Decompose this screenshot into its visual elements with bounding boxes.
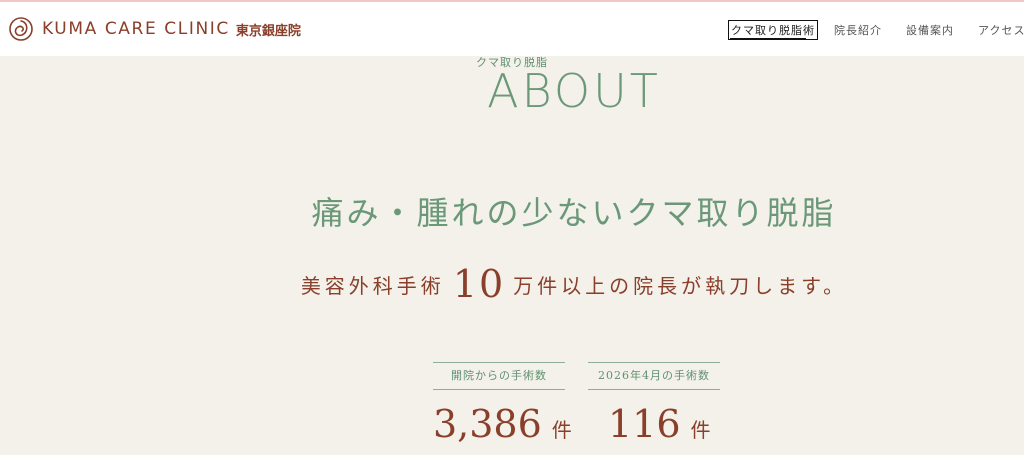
main-nav: クマ取り脱脂術 院長紹介 設備案内 アクセス bbox=[0, 20, 1024, 42]
headline: 痛み・腫れの少ないクマ取り脱脂 bbox=[311, 194, 837, 232]
stat-number-total: 3,386 bbox=[433, 402, 542, 446]
subline-number: 10 bbox=[452, 262, 506, 306]
subline-prefix: 美容外科手術 bbox=[300, 274, 445, 298]
stat-value-total: 3,386 件 bbox=[433, 402, 572, 446]
stat-label-total: 開院からの手術数 bbox=[433, 362, 565, 390]
subline-suffix: 万件以上の院長が執刀します。 bbox=[513, 274, 848, 298]
stat-label-monthly: 2026年4月の手術数 bbox=[588, 362, 720, 390]
nav-item-kuma-surgery[interactable]: クマ取り脱脂術 bbox=[728, 20, 818, 40]
nav-active-underline bbox=[730, 38, 806, 40]
stat-number-monthly: 116 bbox=[608, 402, 681, 446]
stat-unit-monthly: 件 bbox=[690, 418, 711, 442]
subline: 美容外科手術 10 万件以上の院長が執刀します。 bbox=[0, 262, 1024, 306]
stat-unit-total: 件 bbox=[551, 418, 572, 442]
nav-item-access[interactable]: アクセス bbox=[978, 22, 1024, 38]
section-title: ABOUT bbox=[487, 64, 661, 118]
nav-item-director[interactable]: 院長紹介 bbox=[834, 22, 882, 38]
site-header: KUMA CARE CLINIC 東京銀座院 クマ取り脱脂術 院長紹介 設備案内… bbox=[0, 2, 1024, 56]
stat-value-monthly: 116 件 bbox=[608, 402, 711, 446]
nav-item-facilities[interactable]: 設備案内 bbox=[906, 22, 954, 38]
